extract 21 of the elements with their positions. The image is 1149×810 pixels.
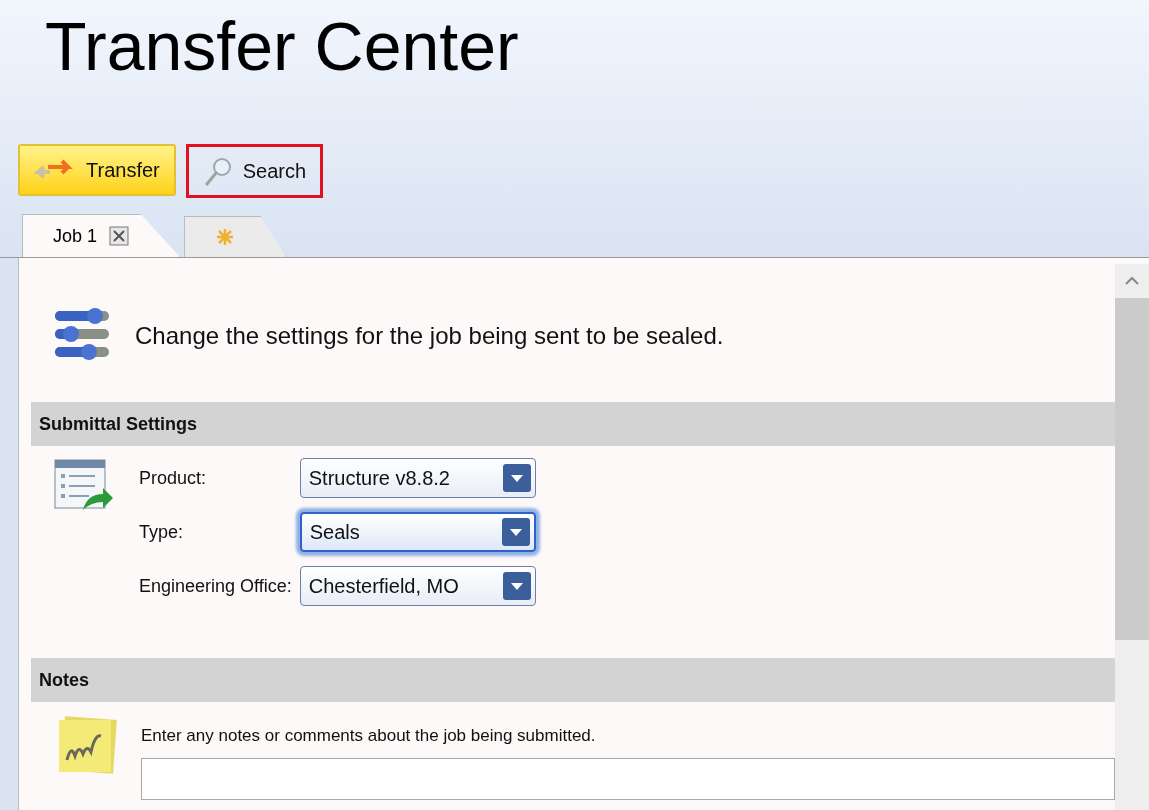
search-button[interactable]: Search bbox=[185, 144, 324, 198]
dropdown[interactable]: Chesterfield, MO bbox=[299, 566, 536, 606]
scroll-up-icon[interactable] bbox=[1124, 276, 1140, 286]
window-title: Transfer Center bbox=[44, 7, 520, 86]
notes-prompt: Enter any notes or comments about the job being submitted. bbox=[141, 726, 597, 746]
tab[interactable]: Job 1 bbox=[22, 214, 181, 257]
new-tab[interactable] bbox=[184, 216, 287, 257]
dropdown[interactable]: Seals bbox=[299, 512, 536, 552]
field-label: Type: bbox=[139, 521, 185, 543]
field-label: Engineering Office: bbox=[139, 575, 292, 597]
instruction-text: Change the settings for the job being sent to be sealed. bbox=[135, 322, 724, 350]
close-icon[interactable] bbox=[109, 226, 130, 246]
field-label: Product: bbox=[139, 467, 208, 489]
section-header: Submittal Settings bbox=[31, 402, 1115, 446]
scrollbar[interactable] bbox=[1115, 264, 1149, 810]
star-icon bbox=[215, 227, 236, 247]
transfer-button[interactable]: Transfer bbox=[18, 144, 176, 196]
notes-field[interactable] bbox=[141, 758, 1115, 800]
scrollbar-thumb[interactable] bbox=[1115, 298, 1149, 640]
dropdown[interactable]: Structure v8.8.2 bbox=[299, 458, 536, 498]
section-header: Notes bbox=[31, 658, 1115, 702]
